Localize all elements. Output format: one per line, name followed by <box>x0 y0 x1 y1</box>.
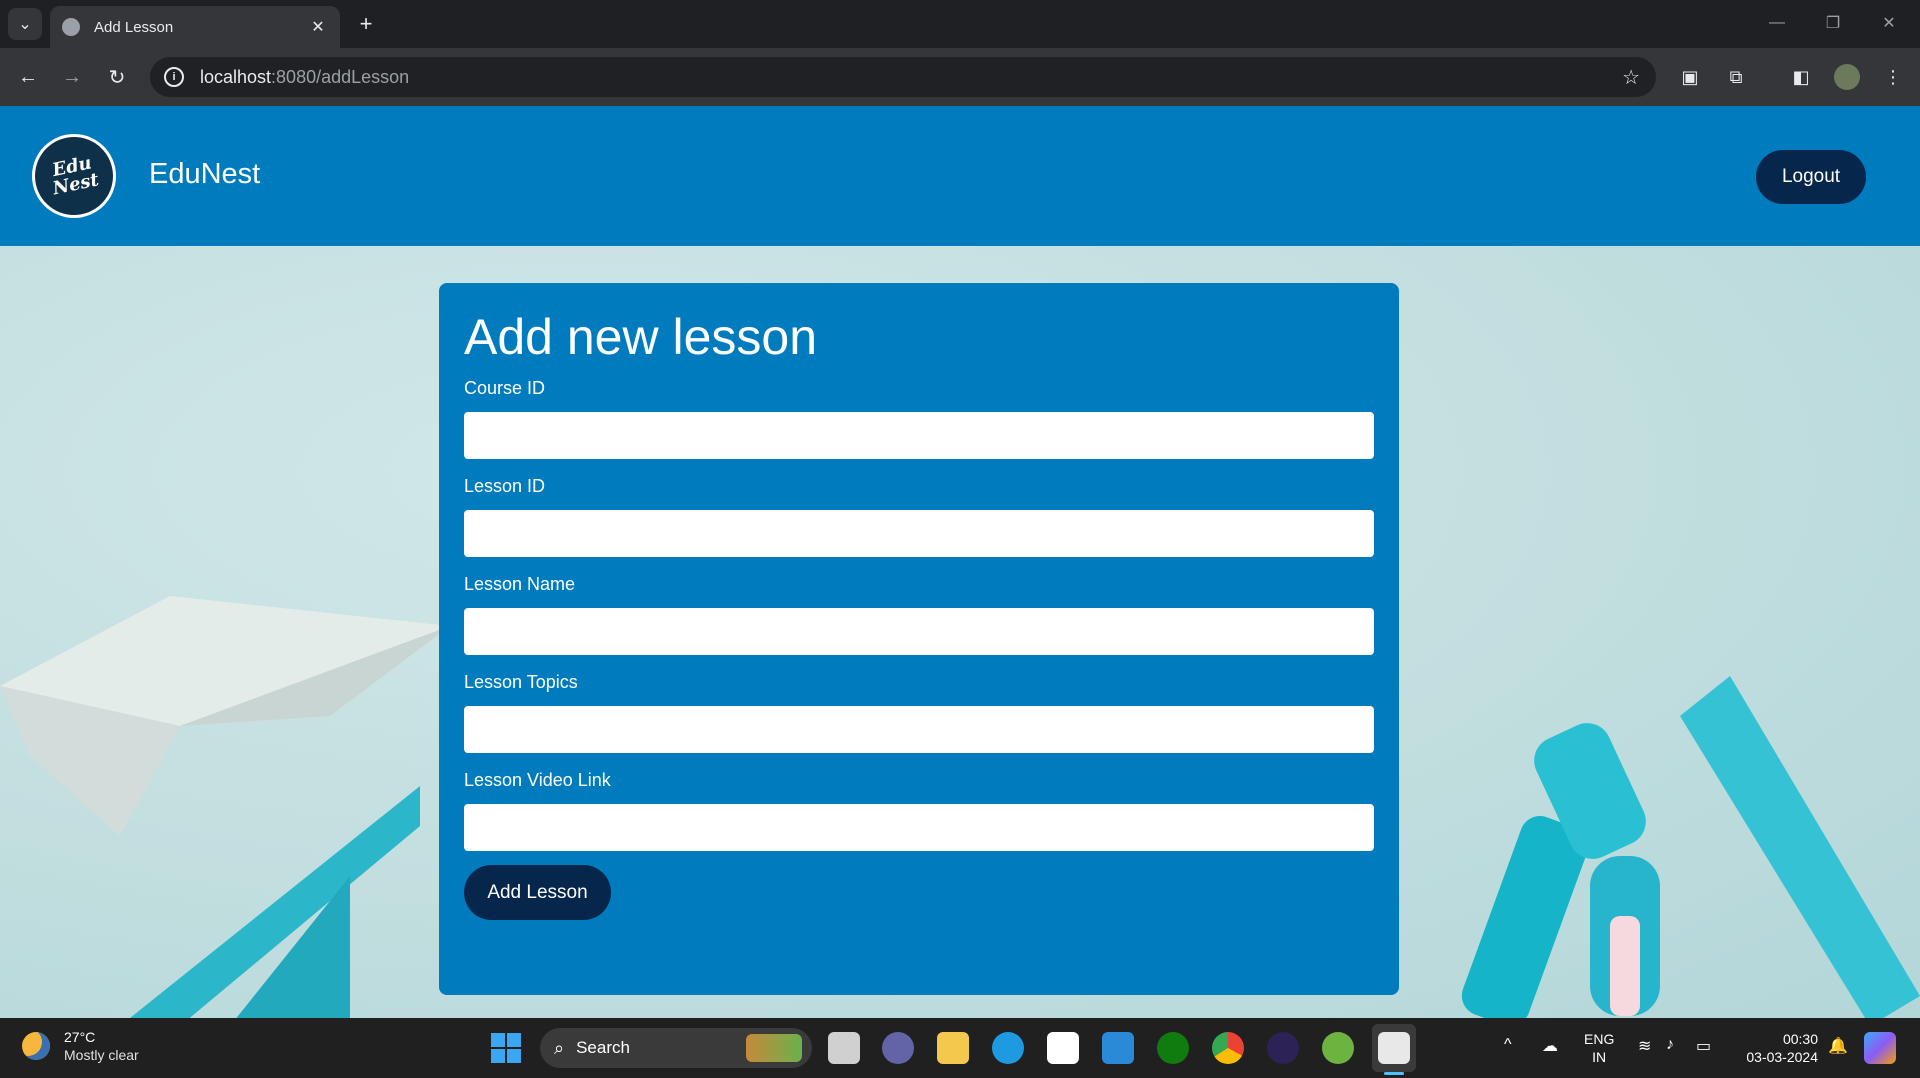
xbox-icon[interactable] <box>1157 1032 1189 1064</box>
lesson-topics-label: Lesson Topics <box>464 672 578 692</box>
site-info-icon[interactable]: i <box>164 67 184 87</box>
extensions-puzzle-icon[interactable]: ⧉ <box>1723 64 1749 90</box>
microsoft-store-icon[interactable] <box>1047 1032 1079 1064</box>
bookmark-star-icon[interactable]: ☆ <box>1622 65 1640 90</box>
wifi-icon[interactable]: ≋ <box>1638 1036 1651 1056</box>
window-close-icon[interactable]: ✕ <box>1866 8 1912 38</box>
edunest-logo[interactable]: Edu Nest <box>27 129 121 223</box>
form-heading: Add new lesson <box>464 309 818 365</box>
chrome-icon[interactable] <box>1212 1032 1244 1064</box>
moon-weather-icon <box>22 1032 50 1060</box>
side-panel-icon[interactable]: ◧ <box>1788 64 1814 90</box>
clock-date: 03-03-2024 <box>1746 1049 1818 1065</box>
windows-taskbar: 27°C Mostly clear ⌕ Search ^ ☁ ENG IN ≋ … <box>0 1018 1920 1078</box>
lesson-name-input[interactable] <box>464 608 1374 655</box>
windows-start-icon[interactable] <box>491 1033 521 1063</box>
lesson-name-label: Lesson Name <box>464 574 576 594</box>
taskbar-search[interactable]: ⌕ Search <box>540 1028 812 1068</box>
volume-icon[interactable]: ♪ <box>1666 1036 1674 1054</box>
spring-tools-icon[interactable] <box>1322 1032 1354 1064</box>
search-icon: ⌕ <box>554 1037 565 1058</box>
weather-temp: 27°C <box>64 1029 96 1045</box>
active-app-indicator <box>1384 1072 1404 1075</box>
browser-tab[interactable]: Add Lesson ✕ <box>50 6 340 48</box>
copilot-icon[interactable] <box>1864 1032 1896 1064</box>
chevron-up-icon[interactable]: ^ <box>1504 1036 1512 1054</box>
lesson-video-link-label: Lesson Video Link <box>464 770 611 790</box>
edge-browser-icon[interactable] <box>992 1032 1024 1064</box>
lesson-topics-input[interactable] <box>464 706 1374 753</box>
stationery-illustration <box>1461 676 1920 1018</box>
reload-icon[interactable]: ↻ <box>101 61 133 93</box>
weather-widget[interactable]: 27°C Mostly clear <box>22 1028 139 1064</box>
address-bar[interactable]: i localhost:8080/addLesson ☆ <box>150 57 1656 97</box>
brand-name[interactable]: EduNest <box>149 158 260 191</box>
taskbar-clock[interactable]: 00:30 03-03-2024 <box>1734 1030 1818 1066</box>
forward-arrow-icon[interactable]: → <box>56 61 88 93</box>
extension-icon[interactable]: ▣ <box>1677 64 1703 90</box>
onedrive-cloud-icon[interactable]: ☁ <box>1542 1036 1558 1056</box>
browser-toolbar: ← → ↻ i localhost:8080/addLesson ☆ ▣ ⧉ ◧… <box>0 48 1920 106</box>
lang-primary: ENG <box>1584 1031 1615 1047</box>
lang-region: IN <box>1592 1049 1607 1065</box>
chat-icon[interactable] <box>882 1032 914 1064</box>
menu-kebab-icon[interactable]: ⋮ <box>1880 64 1906 90</box>
lesson-id-input[interactable] <box>464 510 1374 557</box>
mail-icon[interactable] <box>1102 1032 1134 1064</box>
minimize-icon[interactable]: — <box>1754 8 1800 38</box>
weather-desc: Mostly clear <box>64 1047 139 1063</box>
logout-button[interactable]: Logout <box>1756 150 1866 204</box>
file-explorer-icon[interactable] <box>937 1032 969 1064</box>
course-id-label: Course ID <box>464 378 546 398</box>
language-indicator[interactable]: ENG IN <box>1584 1030 1614 1066</box>
add-lesson-button[interactable]: Add Lesson <box>464 865 611 920</box>
close-tab-icon[interactable]: ✕ <box>308 17 328 37</box>
clock-time: 00:30 <box>1782 1031 1818 1047</box>
tab-title: Add Lesson <box>94 18 174 36</box>
add-lesson-form: Add new lesson Course ID Lesson ID Lesso… <box>439 283 1399 995</box>
battery-icon[interactable]: ▭ <box>1696 1036 1711 1056</box>
eclipse-icon[interactable] <box>1267 1032 1299 1064</box>
browser-tabstrip: ⌄ Add Lesson ✕ + — ❐ ✕ <box>0 0 1920 48</box>
globe-icon <box>62 18 80 36</box>
lesson-id-label: Lesson ID <box>464 476 546 496</box>
notification-bell-icon[interactable]: 🔔 <box>1828 1036 1848 1056</box>
url-path: :8080/addLesson <box>271 66 410 87</box>
search-highlight-icon <box>746 1034 802 1062</box>
set-square-illustration <box>130 786 420 1018</box>
tab-search-chevron-icon[interactable]: ⌄ <box>8 8 42 40</box>
snipping-tool-icon[interactable] <box>1378 1032 1410 1064</box>
profile-avatar[interactable] <box>1834 64 1860 90</box>
restore-icon[interactable]: ❐ <box>1810 8 1856 38</box>
lesson-video-link-input[interactable] <box>464 804 1374 851</box>
taskbar-search-label: Search <box>576 1038 630 1057</box>
page-viewport: Edu Nest EduNest Logout Add new lesson C… <box>0 106 1920 1018</box>
new-tab-icon[interactable]: + <box>352 10 380 38</box>
back-arrow-icon[interactable]: ← <box>12 61 44 93</box>
course-id-input[interactable] <box>464 412 1374 459</box>
logo-mark: Edu Nest <box>27 129 121 223</box>
site-header: Edu Nest EduNest Logout <box>0 106 1920 246</box>
task-view-icon[interactable] <box>828 1032 860 1064</box>
url-host: localhost <box>200 66 272 87</box>
